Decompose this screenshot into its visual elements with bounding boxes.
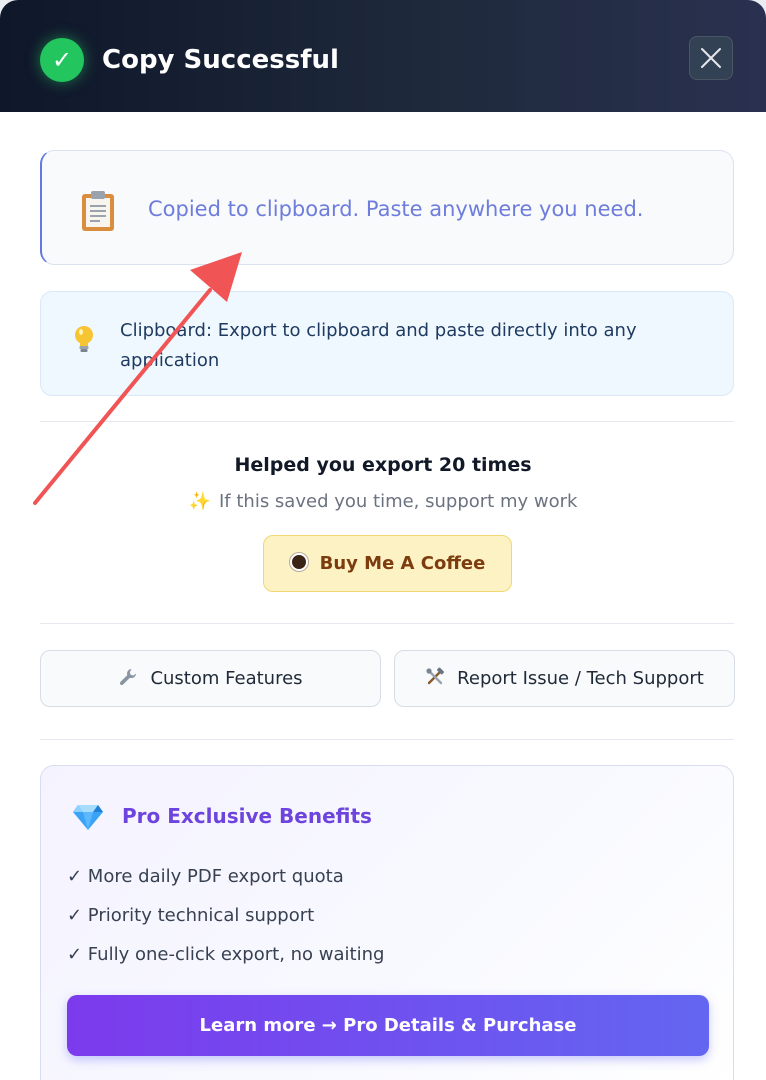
coffee-icon <box>289 553 308 571</box>
report-issue-label: Report Issue / Tech Support <box>457 668 704 689</box>
buy-me-a-coffee-button[interactable]: Buy Me A Coffee <box>263 535 512 592</box>
report-issue-button[interactable]: Report Issue / Tech Support <box>394 650 735 707</box>
clipboard-icon <box>82 191 114 231</box>
benefit-item: ✓ More daily PDF export quota <box>67 866 344 887</box>
copy-status-message: Copied to clipboard. Paste anywhere you … <box>148 197 644 221</box>
copy-status-card: Copied to clipboard. Paste anywhere you … <box>40 150 734 265</box>
copy-success-dialog: ✓ Copy Successful Copied to clipboard. P… <box>0 0 766 1080</box>
tip-card: Clipboard: Export to clipboard and paste… <box>40 291 734 396</box>
support-prompt-text: If this saved you time, support my work <box>219 491 578 512</box>
wrench-icon <box>120 669 137 686</box>
close-button[interactable] <box>689 36 733 80</box>
close-icon <box>701 48 721 68</box>
section-divider <box>40 739 734 740</box>
sparkle-icon: ✨ <box>188 491 211 512</box>
export-count-text: Helped you export 20 times <box>234 454 532 476</box>
success-check-icon: ✓ <box>40 38 84 82</box>
benefit-item: ✓ Priority technical support <box>67 905 315 926</box>
section-divider <box>40 421 734 422</box>
dialog-title: Copy Successful <box>102 45 339 75</box>
pro-benefits-card: Pro Exclusive Benefits ✓ More daily PDF … <box>40 765 734 1080</box>
custom-features-button[interactable]: Custom Features <box>40 650 381 707</box>
pro-details-button[interactable]: Learn more → Pro Details & Purchase <box>67 995 709 1056</box>
tip-text: Clipboard: Export to clipboard and paste… <box>120 320 637 371</box>
coffee-button-label: Buy Me A Coffee <box>319 553 486 574</box>
pro-benefits-title: Pro Exclusive Benefits <box>122 804 372 828</box>
dialog-header: ✓ Copy Successful <box>0 0 766 112</box>
benefit-item: ✓ Fully one-click export, no waiting <box>67 944 385 965</box>
support-prompt: ✨ If this saved you time, support my work <box>0 489 766 515</box>
tools-icon <box>426 667 445 685</box>
lightbulb-icon <box>75 326 93 352</box>
gem-icon <box>73 805 103 830</box>
section-divider <box>40 623 734 624</box>
custom-features-label: Custom Features <box>150 668 303 689</box>
